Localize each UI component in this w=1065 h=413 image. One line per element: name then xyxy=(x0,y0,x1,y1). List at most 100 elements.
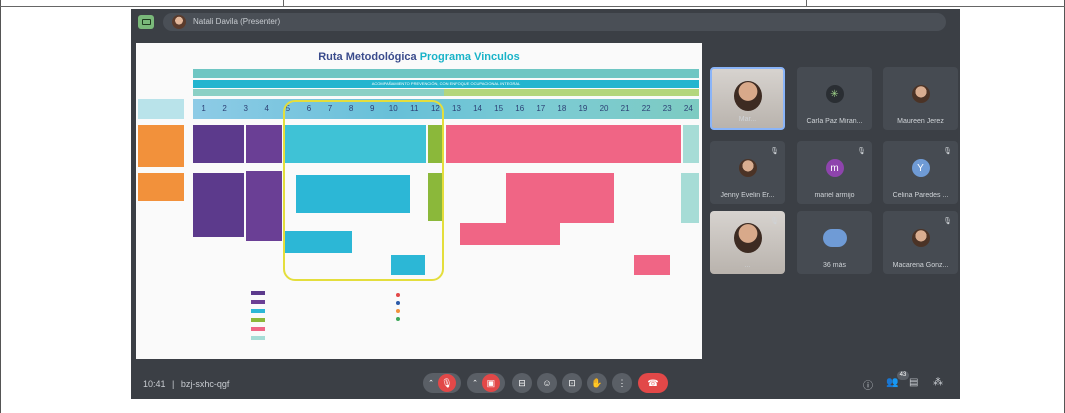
participant-name: ... xyxy=(744,262,751,269)
meeting-separator: | xyxy=(172,379,175,389)
participant-name: Celina Paredes ... xyxy=(892,192,949,199)
month-number: 13 xyxy=(452,104,461,113)
month-number: 23 xyxy=(662,104,672,113)
participant-name: Macarena Gonz... xyxy=(892,262,949,269)
participant-tile[interactable]: Y 🎙 Celina Paredes ... xyxy=(883,141,958,204)
participant-tile[interactable]: 🎙 Macarena Gonz... xyxy=(883,211,958,274)
month-number: 2 xyxy=(222,104,227,113)
scan-top-line xyxy=(0,6,1065,7)
side-chip xyxy=(138,99,184,119)
emoji-icon: ☺ xyxy=(542,378,552,388)
phase-band-green xyxy=(444,89,699,96)
activities-icon[interactable]: ⁂ xyxy=(933,377,943,388)
people-icon[interactable]: 👥 xyxy=(886,377,898,388)
month-number: 22 xyxy=(641,104,651,113)
captions-button[interactable]: ⊟ xyxy=(512,373,532,393)
meeting-time: 10:41 xyxy=(143,379,166,389)
month-number: 20 xyxy=(599,104,609,113)
mic-off-icon: 🎙 xyxy=(943,148,952,155)
participant-avatar xyxy=(911,229,930,247)
activity-block xyxy=(681,173,699,223)
meet-window: Natali Davila (Presenter) Ruta Metodológ… xyxy=(131,9,960,399)
month-number: 24 xyxy=(683,104,693,113)
mic-control[interactable]: ⌃ 🎙 xyxy=(423,373,461,393)
hand-icon: ✋ xyxy=(591,377,603,388)
participant-tile[interactable]: 36 más xyxy=(797,211,872,274)
chat-icon[interactable]: ▤ xyxy=(909,377,918,388)
legend-states xyxy=(396,293,405,325)
month-row: 1 2 3 4 5 6 7 8 9 10 11 12 13 14 15 16 17 18 19 20 21 22 23 24 xyxy=(193,99,699,119)
participant-tile[interactable]: 🎙... xyxy=(710,211,785,274)
top-bar: Natali Davila (Presenter) xyxy=(131,9,960,35)
month-number: 14 xyxy=(473,104,482,113)
participant-name: 36 más xyxy=(823,262,846,269)
activity-block xyxy=(246,171,282,241)
presenter-avatar xyxy=(172,15,186,29)
participant-avatar xyxy=(911,85,930,103)
participant-name: Carla Paz Miran... xyxy=(806,118,863,125)
phase-block xyxy=(683,125,699,163)
participant-tile[interactable]: Mar... xyxy=(710,67,785,130)
mic-off-icon: 🎙 xyxy=(943,218,952,225)
chevron-up-icon: ⌃ xyxy=(428,380,434,387)
bottom-bar: 10:41 | bzj-sxhc-qgf ⌃ 🎙 ⌃ ▣ ⊟ ☺ ⊡ ✋ ⋮ ☎… xyxy=(131,369,960,399)
participant-count-badge: 43 xyxy=(897,371,909,380)
participant-avatar xyxy=(733,81,762,111)
participant-name: Maureen Jerez xyxy=(897,118,944,125)
layout-button[interactable] xyxy=(138,15,154,29)
participant-avatar xyxy=(733,223,762,253)
leave-call-button[interactable]: ☎ xyxy=(638,373,668,393)
mic-off-icon: 🎙 xyxy=(770,218,779,225)
mic-off-icon: 🎙 xyxy=(770,148,779,155)
participant-tile[interactable]: m 🎙 mariel armijo xyxy=(797,141,872,204)
month-number: 3 xyxy=(243,104,248,113)
participant-name: Mar... xyxy=(738,116,757,123)
camera-control[interactable]: ⌃ ▣ xyxy=(467,373,505,393)
month-number: 1 xyxy=(201,104,206,113)
scan-divider xyxy=(806,0,807,7)
participant-avatar: m xyxy=(825,159,844,177)
emoji-button[interactable]: ☺ xyxy=(537,373,557,393)
more-options-button[interactable]: ⋮ xyxy=(612,373,632,393)
activity-block xyxy=(506,173,614,223)
participant-tile[interactable]: Maureen Jerez xyxy=(883,67,958,130)
chevron-up-icon: ⌃ xyxy=(472,380,478,387)
month-number: 4 xyxy=(264,104,269,113)
month-number: 18 xyxy=(557,104,567,113)
presenter-chip[interactable] xyxy=(163,13,946,31)
phase-block xyxy=(246,125,282,163)
raise-hand-button[interactable]: ✋ xyxy=(587,373,607,393)
meeting-code: bzj-sxhc-qgf xyxy=(180,379,230,389)
shared-slide: Ruta Metodológica Programa Vinculos ACOM… xyxy=(136,43,702,359)
slide-title: Ruta Metodológica Programa Vinculos xyxy=(136,51,702,63)
activity-block xyxy=(460,223,560,245)
slide-header-band-2: ACOMPAÑAMIENTO PREVENCIÓN, CON ENFOQUE O… xyxy=(193,80,699,88)
slide-title-accent: Programa Vinculos xyxy=(419,51,520,63)
participant-name: Jenny Evelin Er... xyxy=(720,192,775,199)
highlight-frame xyxy=(283,100,444,281)
info-icon[interactable]: ⓘ xyxy=(863,377,873,392)
participant-tile[interactable]: ✳ Carla Paz Miran... xyxy=(797,67,872,130)
hangup-icon: ☎ xyxy=(647,377,659,388)
month-number: 16 xyxy=(515,104,525,113)
mic-off-icon: 🎙 xyxy=(437,374,456,392)
participant-logo-icon: ✳ xyxy=(825,85,844,103)
month-number: 17 xyxy=(536,104,546,113)
present-button[interactable]: ⊡ xyxy=(562,373,582,393)
present-icon: ⊡ xyxy=(568,377,576,388)
month-number: 19 xyxy=(578,104,588,113)
activity-block xyxy=(138,173,184,201)
participant-avatar: Y xyxy=(911,159,930,177)
participant-tile[interactable]: 🎙 Jenny Evelin Er... xyxy=(710,141,785,204)
phase-block xyxy=(193,125,244,163)
activity-block xyxy=(193,173,244,237)
captions-icon: ⊟ xyxy=(518,377,526,388)
scan-divider xyxy=(283,0,284,7)
slide-phase-band xyxy=(193,89,699,96)
month-number: 15 xyxy=(494,104,504,113)
mic-off-icon: 🎙 xyxy=(857,148,866,155)
meeting-info: 10:41 | bzj-sxhc-qgf xyxy=(143,379,229,389)
layout-icon xyxy=(141,19,151,25)
slide-title-main: Ruta Metodológica xyxy=(318,51,417,63)
participant-avatar xyxy=(738,159,757,177)
